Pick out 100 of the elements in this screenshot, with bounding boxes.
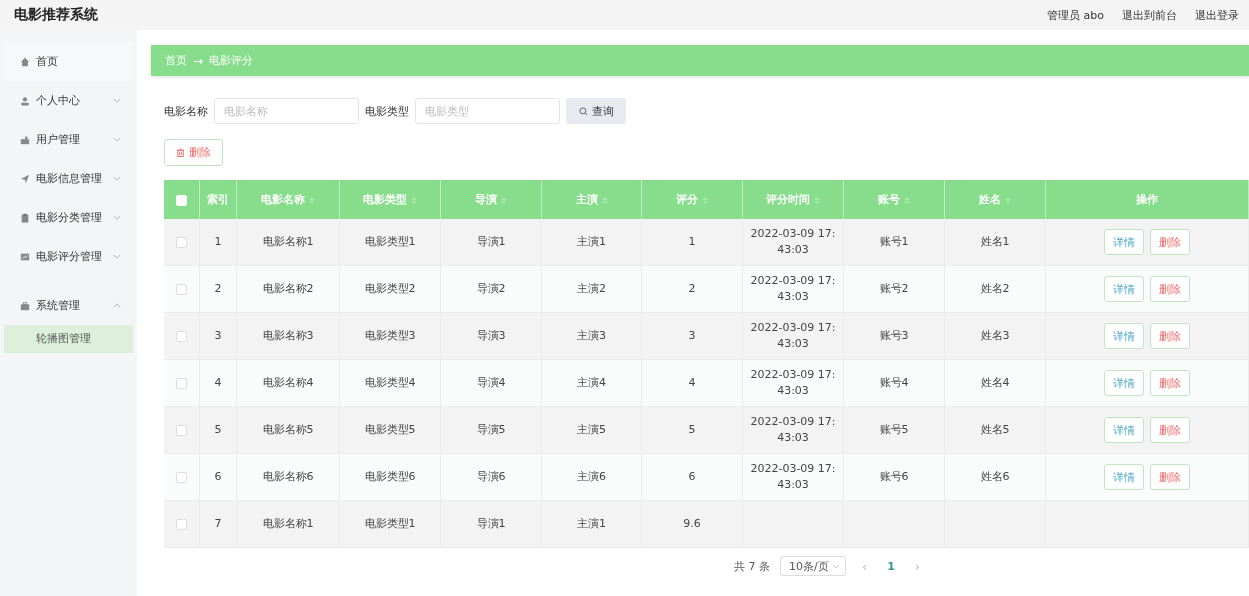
table-cell: 5 — [214, 423, 222, 436]
field-label: 电影名称 — [164, 103, 208, 119]
details-button[interactable]: 详情 — [1104, 229, 1144, 255]
sort-icon[interactable] — [904, 196, 910, 204]
sort-icon[interactable] — [501, 196, 507, 204]
delete-button[interactable]: 删除 — [1150, 370, 1190, 396]
details-button[interactable]: 详情 — [1104, 323, 1144, 349]
row-checkbox[interactable] — [176, 236, 187, 248]
trash-icon — [176, 148, 185, 157]
delete-button[interactable]: 删除 — [1150, 417, 1190, 443]
search-field[interactable]: 电影名称 — [214, 98, 359, 124]
row-checkbox[interactable] — [176, 283, 187, 295]
table-cell: 姓名4 — [980, 376, 1010, 389]
table-cell: 电影名称1 — [262, 235, 314, 248]
briefcase-icon — [20, 300, 30, 311]
header-link[interactable]: 退出到前台 — [1122, 7, 1177, 23]
page-number[interactable]: 1 — [883, 559, 899, 573]
menu-item[interactable]: 电影评分管理 — [4, 237, 133, 276]
table-cell: 9.6 — [683, 517, 701, 530]
table-cell: 电影名称1 — [262, 517, 314, 530]
row-checkbox[interactable] — [176, 377, 187, 389]
table-cell: 2 — [688, 282, 696, 295]
menu-item[interactable]: 电影信息管理 — [4, 159, 133, 198]
sort-icon[interactable] — [702, 196, 708, 204]
chevron-icon — [832, 563, 840, 569]
table-cell: 3 — [688, 329, 696, 342]
table-cell: 电影名称5 — [262, 423, 314, 436]
table-cell: 1 — [214, 235, 222, 248]
sort-icon[interactable] — [309, 196, 315, 204]
table-cell: 6 — [214, 470, 222, 483]
search-button[interactable]: 查询 — [566, 98, 626, 124]
user-icon — [20, 95, 30, 106]
chevron-icon — [113, 254, 121, 259]
total-count: 共 7 条 — [734, 558, 770, 574]
table-cell: 账号5 — [879, 423, 909, 436]
chevron-icon — [113, 137, 121, 142]
home-icon — [20, 56, 30, 67]
delete-button[interactable]: 删除 — [1150, 464, 1190, 490]
table-cell: 导演3 — [476, 329, 506, 342]
field-label: 电影类型 — [365, 103, 409, 119]
row-checkbox[interactable] — [176, 518, 187, 530]
table-cell: 7 — [214, 517, 222, 530]
chevron-icon — [113, 176, 121, 181]
table-cell: 5 — [688, 423, 696, 436]
sort-icon[interactable] — [1005, 196, 1011, 204]
table-cell: 导演1 — [476, 517, 506, 530]
table-cell: 6 — [688, 470, 696, 483]
chevron-icon — [113, 215, 121, 220]
details-button[interactable]: 详情 — [1104, 417, 1144, 443]
menu-item[interactable]: 电影分类管理 — [4, 198, 133, 237]
sort-icon[interactable] — [411, 196, 417, 204]
details-button[interactable]: 详情 — [1104, 464, 1144, 490]
sort-icon[interactable] — [814, 196, 820, 204]
previous-page-button[interactable]: ‹ — [856, 558, 874, 574]
menu-item[interactable]: 用户管理 — [4, 120, 133, 159]
menu-item[interactable]: 个人中心 — [4, 81, 133, 120]
table-cell: 账号2 — [879, 282, 909, 295]
select-all-checkbox[interactable] — [176, 194, 187, 206]
table-cell: 电影名称3 — [262, 329, 314, 342]
table-cell: 2022-03-09 17:43:03 — [750, 227, 836, 256]
table-cell: 账号6 — [879, 470, 909, 483]
table-cell: 导演5 — [476, 423, 506, 436]
next-page-button[interactable]: › — [908, 558, 927, 574]
page-size-select[interactable]: 10条/页 — [780, 556, 846, 576]
user-label: 管理员 abo — [1047, 7, 1104, 23]
row-checkbox[interactable] — [176, 330, 187, 342]
paper-plane-icon — [20, 173, 30, 184]
search-field[interactable]: 电影类型 — [415, 98, 560, 124]
table-cell: 主演1 — [577, 517, 606, 530]
row-checkbox[interactable] — [176, 424, 187, 436]
delete-button[interactable]: 删除 — [1150, 229, 1190, 255]
table-cell: 1 — [688, 235, 696, 248]
table-cell: 4 — [214, 376, 222, 389]
table-cell: 账号4 — [879, 376, 909, 389]
table-cell: 电影类型1 — [364, 235, 416, 248]
table-cell: 主演5 — [577, 423, 606, 436]
delete-button[interactable]: 删除 — [164, 139, 223, 166]
menu-item[interactable]: 系统管理 — [4, 286, 133, 325]
delete-button[interactable]: 删除 — [1150, 323, 1190, 349]
chevron-icon — [113, 98, 121, 103]
details-button[interactable]: 详情 — [1104, 370, 1144, 396]
chevron-icon — [113, 303, 121, 308]
table-cell: 主演2 — [577, 282, 606, 295]
table-cell: 2 — [214, 282, 222, 295]
table-cell: 主演1 — [577, 235, 606, 248]
delete-button[interactable]: 删除 — [1150, 276, 1190, 302]
table-cell: 电影类型5 — [364, 423, 416, 436]
details-button[interactable]: 详情 — [1104, 276, 1144, 302]
column-header: 操作 — [1045, 180, 1249, 219]
table-cell: 电影类型6 — [364, 470, 416, 483]
submenu-item[interactable]: 轮播图管理 — [4, 325, 133, 353]
table-cell: 账号3 — [879, 329, 909, 342]
table-cell: 电影类型2 — [364, 282, 416, 295]
sort-icon[interactable] — [601, 196, 608, 204]
clipboard-icon — [20, 212, 30, 223]
chart-icon — [20, 251, 30, 262]
table-cell: 导演1 — [476, 235, 506, 248]
header-link[interactable]: 退出登录 — [1195, 7, 1239, 23]
row-checkbox[interactable] — [176, 471, 187, 483]
table-cell: 姓名1 — [980, 235, 1010, 248]
